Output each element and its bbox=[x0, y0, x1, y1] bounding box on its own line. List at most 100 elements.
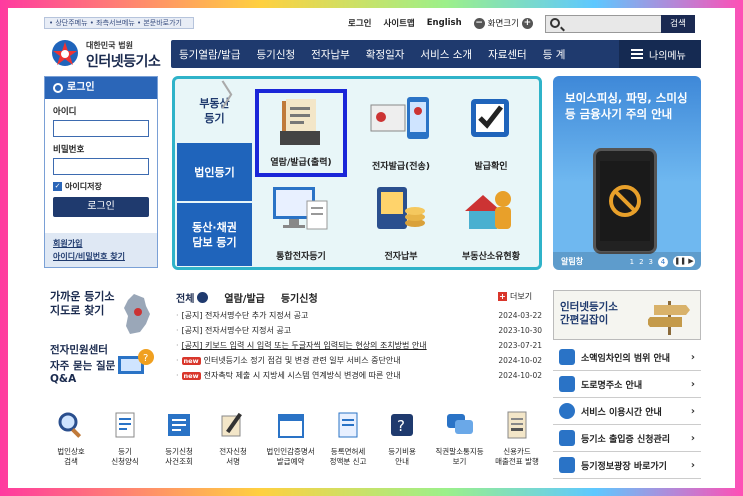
zoom-out-icon[interactable]: − bbox=[473, 17, 485, 29]
find-registry-link[interactable]: 가까운 등기소 지도로 찾기 bbox=[50, 290, 115, 318]
notice-row[interactable]: · [공지] 전자서명수단 지정서 공고 2023-10-30 bbox=[176, 323, 542, 338]
tile-integrated[interactable]: 통합전자등기 bbox=[255, 179, 347, 267]
payment-coins-icon bbox=[377, 187, 425, 229]
nav-item-resources[interactable]: 자료센터 bbox=[480, 47, 535, 62]
id-input[interactable] bbox=[53, 120, 149, 137]
tile-view-issue[interactable]: 열람/발급(출력) bbox=[255, 89, 347, 177]
nav-item-fixed-date[interactable]: 확정일자 bbox=[358, 47, 413, 62]
category-corporate[interactable]: 법인등기 bbox=[177, 143, 252, 201]
quick-corp-search[interactable]: 법인상호 검색 bbox=[44, 410, 98, 467]
quick-label: 등기비용 bbox=[388, 447, 416, 456]
tile-ownership[interactable]: 부동산소유현황 bbox=[445, 179, 537, 267]
no-sign-icon bbox=[609, 185, 641, 217]
civil-center-link[interactable]: 전자민원센터 bbox=[50, 342, 108, 357]
password-input[interactable] bbox=[53, 158, 149, 175]
logo-small: 대한민국 법원 bbox=[86, 41, 133, 50]
nav-item-service[interactable]: 서비스 소개 bbox=[412, 47, 480, 62]
notice-title: [공지] 키보드 입력 시 입력 또는 두글자씩 입력되는 현상의 조치방법 안… bbox=[181, 341, 427, 350]
tile-e-issue[interactable]: 전자발급(전송) bbox=[355, 89, 447, 177]
tile-verify[interactable]: 발급확인 bbox=[445, 89, 537, 177]
tab-registration[interactable]: 등기신청 bbox=[281, 290, 318, 305]
link-small-tenant[interactable]: 소액임차인의 범위 안내 › bbox=[553, 344, 701, 371]
skip-links[interactable]: • 상단주메뉴 • 좌측서브메뉴 • 본문바로가기 bbox=[44, 17, 194, 29]
notice-row[interactable]: · new 전자촉탁 제출 시 지방세 시스템 연계방식 변경에 따른 안내 202… bbox=[176, 368, 542, 383]
sitemap-link[interactable]: 사이트맵 bbox=[383, 17, 414, 29]
logo-big: 인터넷등기소 bbox=[86, 54, 161, 70]
tab-all[interactable]: 전체 bbox=[176, 290, 209, 305]
link-data-plaza[interactable]: 등기정보광장 바로가기 › bbox=[553, 452, 701, 479]
find-account-link[interactable]: 아이디/비밀번호 찾기 bbox=[53, 250, 157, 263]
login-link[interactable]: 로그인 bbox=[348, 17, 371, 29]
notice-row[interactable]: · new 인터넷등기소 정기 점검 및 변경 관련 일부 서비스 중단안내 202… bbox=[176, 353, 542, 368]
link-label: 서비스 이용시간 안내 bbox=[581, 407, 662, 418]
faq-link[interactable]: 자주 묻는 질문 Q&A bbox=[50, 360, 115, 386]
quick-cost-guide[interactable]: ? 등기비용 안내 bbox=[375, 410, 429, 467]
category-real-estate[interactable]: 부동산 등기 〉 bbox=[177, 81, 252, 141]
nav-item-view-issue[interactable]: 등기열람/발급 bbox=[171, 47, 249, 62]
quick-forms[interactable]: 등기 신청양식 bbox=[98, 410, 152, 467]
nav-item-apply[interactable]: 등기신청 bbox=[249, 47, 304, 62]
checkmark-icon bbox=[471, 99, 509, 137]
easy-guide-banner[interactable]: 인터넷등기소 간편길잡이 bbox=[553, 290, 701, 340]
checkbox-checked-icon: ✓ bbox=[53, 182, 62, 191]
nav-item-stats[interactable]: 등 계 bbox=[535, 47, 574, 62]
link-access-pass[interactable]: 등기소 출입증 신청관리 › bbox=[553, 425, 701, 452]
tenant-icon bbox=[559, 349, 575, 365]
pause-play-icon[interactable]: ❚❚ ▶ bbox=[673, 256, 695, 267]
quick-label: 정액분 신고 bbox=[329, 457, 367, 466]
signup-link[interactable]: 회원가입 bbox=[53, 237, 157, 250]
page-1[interactable]: 1 bbox=[630, 258, 634, 266]
banner-alert-label[interactable]: 알림창 bbox=[561, 256, 583, 267]
tax-document-icon bbox=[338, 412, 358, 438]
e-document-icon bbox=[370, 97, 429, 139]
search-button[interactable]: 검색 bbox=[661, 15, 695, 33]
quick-seal-reserve[interactable]: 법인인감증명서 발급예약 bbox=[260, 410, 321, 467]
page-2[interactable]: 2 bbox=[639, 258, 643, 266]
smartphone-icon bbox=[593, 148, 657, 254]
notice-title: [공지] 전자서명수단 추가 지정서 공고 bbox=[181, 311, 309, 320]
save-id-label: 아이디저장 bbox=[65, 182, 102, 191]
svg-text:?: ? bbox=[397, 417, 405, 435]
more-link[interactable]: + 더보기 bbox=[498, 291, 532, 302]
quick-label: 직권말소통지등 bbox=[435, 447, 484, 456]
nav-item-payment[interactable]: 전자납부 bbox=[303, 47, 358, 62]
tab-all-label: 전체 bbox=[176, 294, 195, 305]
notice-row[interactable]: · [공지] 키보드 입력 시 입력 또는 두글자씩 입력되는 현상의 조치방법 … bbox=[176, 338, 542, 353]
my-menu-button[interactable]: 나의메뉴 bbox=[619, 40, 701, 68]
banner-title-line2: 등 금융사기 주의 안내 bbox=[565, 107, 673, 121]
category-movable[interactable]: 동산·채권 담보 등기 bbox=[177, 203, 252, 266]
login-button[interactable]: 로그인 bbox=[53, 197, 149, 217]
quick-label: 서명 bbox=[226, 457, 241, 466]
quick-cancel-notice[interactable]: 직권말소통지등 보기 bbox=[429, 410, 490, 467]
zoom-in-icon[interactable]: + bbox=[521, 17, 533, 29]
quick-card-receipt[interactable]: 신용카드 매출전표 발행 bbox=[490, 410, 544, 467]
quick-case-lookup[interactable]: 등기신청 사건조회 bbox=[152, 410, 206, 467]
tile-verify-label: 발급확인 bbox=[474, 162, 508, 172]
tile-view-issue-label: 열람/발급(출력) bbox=[270, 158, 332, 168]
magnifier-icon bbox=[58, 412, 82, 438]
quick-license-tax[interactable]: 등록면허세 정액분 신고 bbox=[321, 410, 375, 467]
receipt-icon bbox=[507, 411, 527, 439]
link-label: 등기소 출입증 신청관리 bbox=[581, 434, 671, 445]
link-road-address[interactable]: 도로명주소 안내 › bbox=[553, 371, 701, 398]
english-link[interactable]: English bbox=[427, 18, 462, 28]
notice-date: 2023-10-30 bbox=[498, 326, 542, 335]
site-logo[interactable]: 대한민국 법원 인터넷등기소 bbox=[48, 36, 168, 72]
quick-e-sign[interactable]: 전자신청 서명 bbox=[206, 410, 260, 467]
link-service-hours[interactable]: 서비스 이용시간 안내 › bbox=[553, 398, 701, 425]
quick-label: 등록면허세 bbox=[330, 447, 366, 456]
tile-e-payment[interactable]: 전자납부 bbox=[355, 179, 447, 267]
page-4[interactable]: 4 bbox=[658, 256, 668, 267]
save-id-checkbox[interactable]: ✓ 아이디저장 bbox=[53, 181, 157, 192]
tab-view-issue[interactable]: 열람/발급 bbox=[224, 290, 264, 305]
fraud-banner[interactable]: 보이스피싱, 파밍, 스미싱 등 금융사기 주의 안내 알림창 1 2 3 4 … bbox=[553, 76, 701, 270]
form-icon bbox=[115, 412, 135, 438]
tile-ownership-label: 부동산소유현황 bbox=[462, 252, 520, 262]
faq-line1: 자주 묻는 질문 bbox=[50, 360, 116, 372]
chevron-right-icon: › bbox=[690, 351, 695, 363]
notice-title: 전자촉탁 제출 시 지방세 시스템 연계방식 변경에 따른 안내 bbox=[203, 371, 401, 380]
notice-row[interactable]: · [공지] 전자서명수단 추가 지정서 공고 2024-03-22 bbox=[176, 308, 542, 323]
search-input[interactable]: 검색 bbox=[545, 15, 695, 33]
page-3[interactable]: 3 bbox=[649, 258, 653, 266]
login-box: 로그인 아이디 비밀번호 ✓ 아이디저장 로그인 회원가입 아이디/비밀번호 찾… bbox=[44, 76, 158, 268]
